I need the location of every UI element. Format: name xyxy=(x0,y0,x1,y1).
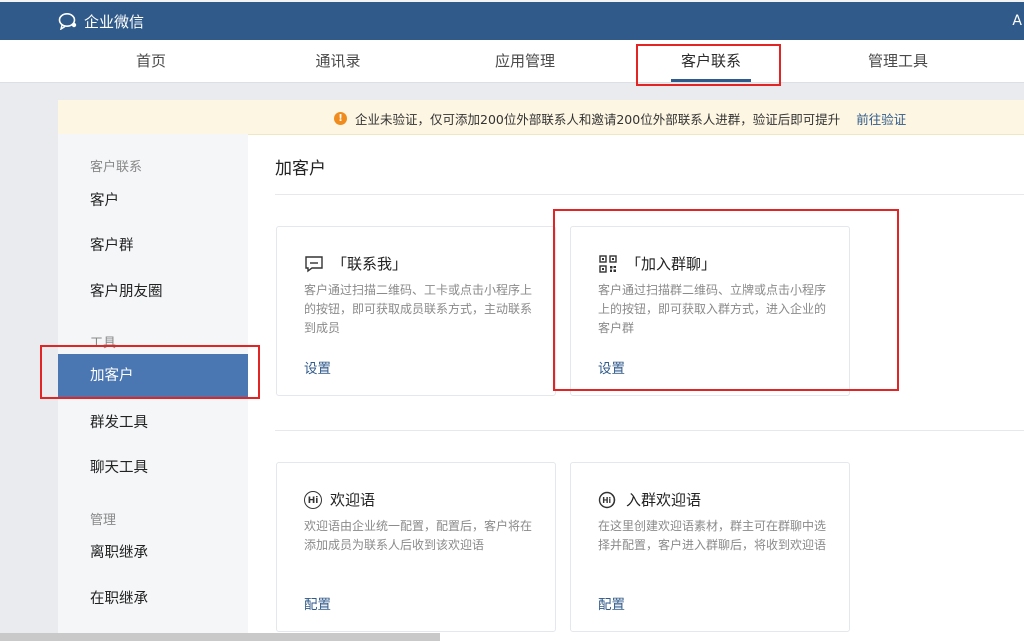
user-initial[interactable]: A xyxy=(1012,13,1022,29)
nav-management-tools[interactable]: 管理工具 xyxy=(851,40,945,82)
verification-notice: ! 企业未验证，仅可添加200位外部联系人和邀请200位外部联系人进群，验证后即… xyxy=(58,100,1024,135)
sidebar-item-moments[interactable]: 客户朋友圈 xyxy=(58,270,248,314)
nav-app-management[interactable]: 应用管理 xyxy=(478,40,572,82)
hi-group-icon: Hi xyxy=(598,490,618,510)
sidebar-item-customers[interactable]: 客户 xyxy=(58,179,248,223)
sidebar-item-add-customer[interactable]: 加客户 xyxy=(58,354,248,398)
sidebar-item-active-transfer[interactable]: 在职继承 xyxy=(58,577,248,621)
sidebar-group-customer-contact: 客户联系 xyxy=(90,160,143,175)
sidebar: 客户联系 客户 客户群 客户朋友圈 工具 加客户 群发工具 聊天工具 管理 离职… xyxy=(58,134,248,641)
nav-home[interactable]: 首页 xyxy=(108,40,194,82)
sidebar-item-resigned-transfer[interactable]: 离职继承 xyxy=(58,531,248,575)
welcome-config-link[interactable]: 配置 xyxy=(304,593,331,613)
sidebar-group-management: 管理 xyxy=(90,513,117,528)
card-welcome-message: Hi 欢迎语 欢迎语由企业统一配置，配置后，客户将在添加成员为联系人后收到该欢迎… xyxy=(276,462,556,632)
divider xyxy=(275,430,1024,431)
card-description: 客户通过扫描二维码、工卡或点击小程序上的按钮，即可获取成员联系方式，主动联系到成… xyxy=(304,283,533,335)
card-description: 在这里创建欢迎语素材，群主可在群聊中选择并配置，客户进入群聊后，将收到欢迎语 xyxy=(598,519,827,552)
main-panel: ! 企业未验证，仅可添加200位外部联系人和邀请200位外部联系人进群，验证后即… xyxy=(58,100,1024,641)
card-title: 「加入群聊」 xyxy=(626,255,717,273)
sidebar-group-tools: 工具 xyxy=(90,336,117,351)
card-contact-me: 「联系我」 客户通过扫描二维码、工卡或点击小程序上的按钮，即可获取成员联系方式，… xyxy=(276,226,556,396)
app-logo[interactable]: 企业微信 xyxy=(58,11,144,32)
card-title: 入群欢迎语 xyxy=(626,491,702,509)
join-group-settings-link[interactable]: 设置 xyxy=(598,357,625,377)
qrcode-icon xyxy=(598,254,618,274)
chat-bubble-icon xyxy=(304,254,324,274)
page-title: 加客户 xyxy=(275,159,326,179)
horizontal-scrollbar[interactable] xyxy=(0,633,440,641)
hi-icon: Hi xyxy=(304,490,322,509)
content-area: 加客户 「联系我」 客户通过扫描二维码、工卡或点击小程序上的按钮，即可获取成员联… xyxy=(248,134,1024,641)
card-join-group: 「加入群聊」 客户通过扫描群二维码、立牌或点击小程序上的按钮，即可获取入群方式，… xyxy=(570,226,850,396)
sidebar-item-customer-groups[interactable]: 客户群 xyxy=(58,224,248,268)
group-welcome-config-link[interactable]: 配置 xyxy=(598,593,625,613)
card-group-welcome-message: Hi 入群欢迎语 在这里创建欢迎语素材，群主可在群聊中选择并配置，客户进入群聊后… xyxy=(570,462,850,632)
sidebar-item-broadcast-tool[interactable]: 群发工具 xyxy=(58,401,248,445)
card-description: 客户通过扫描群二维码、立牌或点击小程序上的按钮，即可获取入群方式，进入企业的客户… xyxy=(598,283,827,335)
verify-link[interactable]: 前往验证 xyxy=(856,109,906,128)
main-nav: 首页 通讯录 应用管理 客户联系 管理工具 xyxy=(0,40,1024,83)
svg-text:Hi: Hi xyxy=(602,496,611,505)
wecom-logo-icon xyxy=(58,12,78,32)
app-name: 企业微信 xyxy=(84,13,145,31)
card-title: 「联系我」 xyxy=(332,255,408,273)
sidebar-item-chat-tool[interactable]: 聊天工具 xyxy=(58,446,248,490)
top-bar: 企业微信 A xyxy=(0,0,1024,40)
card-title: 欢迎语 xyxy=(330,491,376,509)
nav-contacts[interactable]: 通讯录 xyxy=(293,40,383,82)
nav-customer-contact[interactable]: 客户联系 xyxy=(664,40,758,82)
warning-icon: ! xyxy=(334,112,347,125)
card-description: 欢迎语由企业统一配置，配置后，客户将在添加成员为联系人后收到该欢迎语 xyxy=(304,519,533,552)
divider xyxy=(275,194,1024,195)
notice-text: 企业未验证，仅可添加200位外部联系人和邀请200位外部联系人进群，验证后即可提… xyxy=(355,112,841,127)
contact-me-settings-link[interactable]: 设置 xyxy=(304,357,331,377)
